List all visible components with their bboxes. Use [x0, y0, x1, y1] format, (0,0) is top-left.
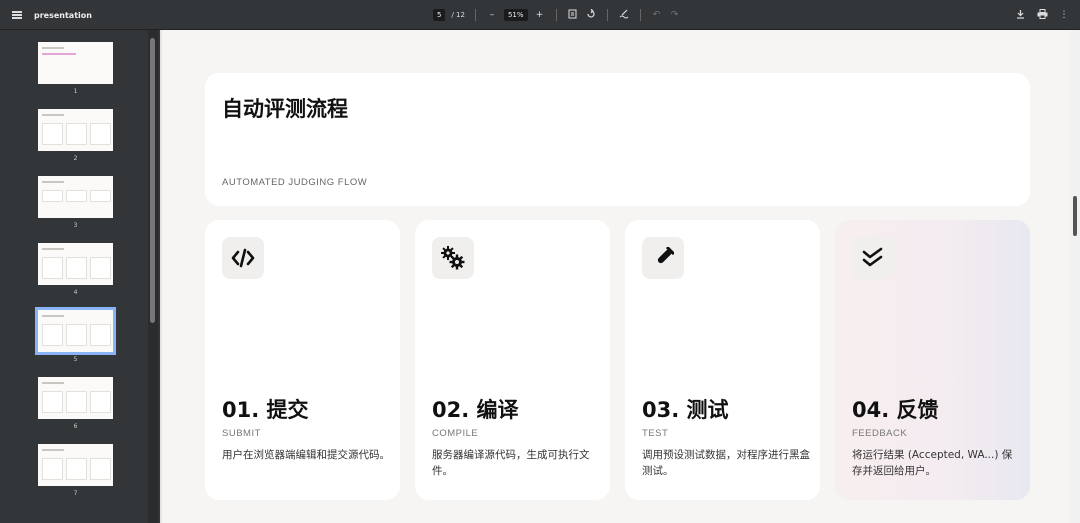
pdf-toolbar: presentation 5 / 12 – 51% + ↶ ↷ ⋮	[0, 0, 1080, 30]
thumbnail-page-number: 2	[73, 155, 78, 162]
page-thumbnail[interactable]	[35, 307, 116, 355]
title-card: 自动评测流程 AUTOMATED JUDGING FLOW	[205, 73, 1030, 206]
step-card-submit: 01. 提交 SUBMIT 用户在浏览器端编辑和提交源代码。	[205, 220, 400, 500]
page-thumbnail[interactable]	[38, 243, 113, 285]
page-thumbnail[interactable]	[38, 42, 113, 84]
sidebar-scroll-thumb[interactable]	[150, 38, 155, 323]
step-english: SUBMIT	[222, 428, 261, 439]
step-description: 服务器编译源代码，生成可执行文件。	[432, 449, 590, 477]
thumbnail-page-number: 4	[73, 289, 78, 296]
zoom-out-button[interactable]: –	[486, 10, 498, 20]
slide-page: 自动评测流程 AUTOMATED JUDGING FLOW 01. 提交 SUB…	[160, 30, 1070, 523]
sidebar-scrollbar[interactable]	[148, 30, 158, 523]
undo-icon[interactable]: ↶	[651, 10, 663, 20]
fit-page-icon[interactable]	[567, 9, 579, 22]
rotate-icon[interactable]	[585, 8, 597, 22]
download-icon[interactable]	[1014, 9, 1026, 22]
step-english: TEST	[642, 428, 669, 439]
step-english: FEEDBACK	[852, 428, 908, 439]
slide-title: 自动评测流程	[222, 97, 348, 121]
test-tube-icon	[642, 237, 684, 279]
toolbar-divider	[555, 9, 557, 21]
page-thumbnail[interactable]	[38, 176, 113, 218]
zoom-in-button[interactable]: +	[534, 10, 546, 20]
thumbnail-page-number: 3	[73, 222, 78, 229]
page-thumbnail[interactable]	[38, 377, 113, 419]
toolbar-divider	[606, 9, 608, 21]
step-card-test: 03. 测试 TEST 调用预设测试数据，对程序进行黑盒测试。	[625, 220, 820, 500]
thumbnail-page-number: 7	[73, 490, 78, 497]
step-description: 调用预设测试数据，对程序进行黑盒测试。	[642, 449, 810, 477]
double-check-icon	[852, 237, 894, 279]
zoom-input[interactable]: 51%	[503, 9, 528, 21]
step-description: 用户在浏览器端编辑和提交源代码。	[222, 449, 390, 461]
code-icon	[222, 237, 264, 279]
step-description: 将运行结果 (Accepted, WA...) 保存并返回给用户。	[852, 449, 1013, 477]
viewer-scroll-thumb[interactable]	[1073, 196, 1077, 236]
annotate-icon[interactable]	[618, 9, 630, 22]
thumbnail-page-number: 1	[73, 88, 78, 95]
page-number-input[interactable]: 5	[433, 9, 446, 21]
page-thumbnail[interactable]	[38, 109, 113, 151]
document-title: presentation	[34, 10, 92, 20]
step-title: 04. 反馈	[852, 398, 939, 422]
print-icon[interactable]	[1036, 8, 1048, 22]
step-card-compile: 02. 编译 COMPILE 服务器编译源代码，生成可执行文件。	[415, 220, 610, 500]
redo-icon[interactable]: ↷	[669, 10, 681, 20]
thumbnail-page-number: 5	[73, 356, 78, 363]
slide-subtitle: AUTOMATED JUDGING FLOW	[222, 177, 368, 188]
menu-icon[interactable]	[12, 11, 22, 19]
step-card-feedback: 04. 反馈 FEEDBACK 将运行结果 (Accepted, WA...) …	[835, 220, 1030, 500]
step-title: 03. 测试	[642, 398, 729, 422]
step-english: COMPILE	[432, 428, 479, 439]
toolbar-divider	[474, 9, 476, 21]
document-viewer: 自动评测流程 AUTOMATED JUDGING FLOW 01. 提交 SUB…	[160, 30, 1080, 523]
gears-icon	[432, 237, 474, 279]
thumbnail-page-number: 6	[73, 423, 78, 430]
toolbar-divider	[639, 9, 641, 21]
page-total: / 12	[451, 11, 465, 19]
viewer-scrollbar[interactable]	[1070, 30, 1080, 523]
page-thumbnail[interactable]	[38, 444, 113, 486]
step-title: 02. 编译	[432, 398, 519, 422]
more-options-icon[interactable]: ⋮	[1058, 10, 1070, 20]
thumbnail-sidebar: 1 2 3 4 5 6 7	[0, 30, 160, 523]
step-title: 01. 提交	[222, 398, 309, 422]
